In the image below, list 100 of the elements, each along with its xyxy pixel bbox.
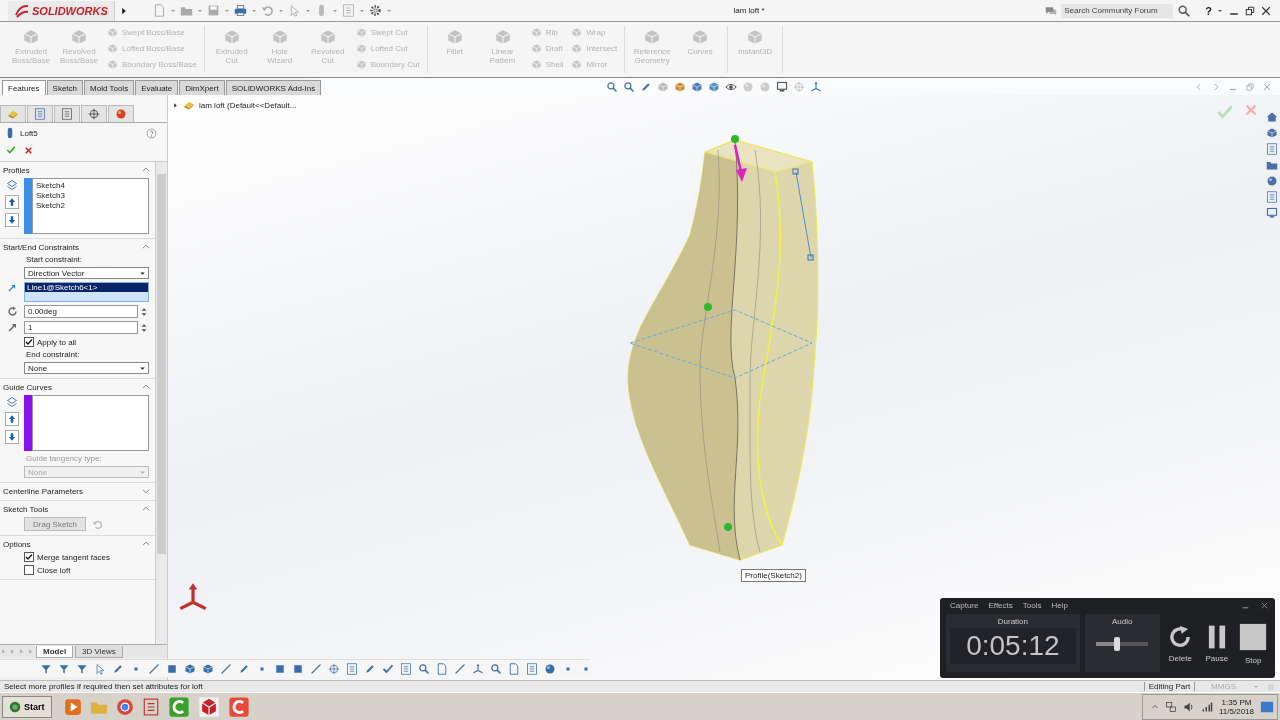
selection-field[interactable]: Line1@Sketch6<1> [24,282,149,302]
list-icon[interactable] [1266,143,1278,155]
collapse-icon[interactable] [141,382,151,392]
collapse-icon[interactable] [141,242,151,252]
list-icon[interactable] [61,108,73,120]
selection-list[interactable] [32,395,149,451]
menu-item[interactable]: Help [1051,601,1068,610]
collapse-icon[interactable] [141,539,151,549]
confirm-check-icon[interactable] [1216,103,1234,121]
list-item[interactable]: Sketch4 [36,181,145,190]
round-app-icon[interactable] [115,697,134,716]
sphere-icon[interactable] [1266,175,1278,187]
folder-icon[interactable] [179,4,193,17]
search-icon[interactable] [490,662,502,675]
down-arrow-icon[interactable] [7,432,17,442]
command-tab[interactable]: DimXpert [179,80,225,95]
recorder-button[interactable]: Pause [1201,614,1233,672]
monitor-icon[interactable] [776,80,789,93]
cancel-icon[interactable] [24,145,33,155]
c-app-icon[interactable] [227,695,250,718]
spin-arrows-icon[interactable] [139,322,149,333]
spin-arrows-icon[interactable] [139,306,149,317]
tree-item[interactable]: lam loft (Default<<Default... [199,100,297,110]
cube-icon[interactable] [674,80,687,93]
list-icon[interactable] [1266,191,1278,203]
command-tab[interactable]: Features [2,80,46,95]
view-tab[interactable]: Model [36,645,74,658]
slider-thumb[interactable] [1114,637,1120,651]
part-icon[interactable] [7,108,19,120]
undo-icon[interactable] [260,4,274,17]
checkbox[interactable] [24,552,34,562]
document-icon[interactable] [152,4,166,17]
print-icon[interactable] [233,4,247,17]
menu-item[interactable]: Capture [950,601,979,610]
collapse-icon[interactable] [1151,702,1159,711]
signal-icon[interactable] [1201,700,1213,713]
media-player-icon[interactable] [63,697,82,716]
search-icon[interactable] [623,80,636,93]
undo-icon[interactable] [92,518,104,530]
command-tab[interactable]: Evaluate [135,80,179,95]
list-icon[interactable] [141,697,160,716]
line-icon[interactable] [148,662,160,675]
caret-icon[interactable] [172,101,179,109]
network-icon[interactable] [1165,700,1177,713]
grip-icon[interactable] [1266,681,1276,692]
search-icon[interactable] [1177,3,1192,18]
checkbox-label[interactable]: Merge tangent faces [37,552,110,562]
menu-item[interactable]: Effects [988,601,1013,610]
square-icon[interactable] [292,662,304,675]
monitor-icon[interactable] [1266,207,1278,219]
c-app-icon[interactable] [167,695,190,718]
pencil-icon[interactable] [640,80,653,93]
cube-icon[interactable] [708,80,721,93]
axis-triad-icon[interactable] [472,662,484,675]
search-icon[interactable] [606,80,619,93]
speaker-icon[interactable] [1183,700,1195,713]
right-chevron-icon[interactable] [1211,81,1221,92]
view-tab[interactable]: 3D Views [75,645,123,658]
funnel-icon[interactable] [58,662,70,675]
menu-item[interactable]: Tools [1022,601,1042,610]
help-icon[interactable] [146,127,157,139]
restore-icon[interactable] [1244,4,1256,17]
ok-check-icon[interactable] [6,145,16,155]
axis-triad-icon[interactable] [810,80,823,93]
line-icon[interactable] [454,662,466,675]
list-icon[interactable] [400,662,412,675]
command-tab[interactable]: Mold Tools [84,80,135,95]
scrollbar[interactable] [155,162,167,644]
recorder-button[interactable]: Stop [1237,614,1269,672]
list-icon[interactable] [346,662,358,675]
cube-icon[interactable] [202,662,214,675]
collapse-icon[interactable] [141,165,151,175]
sphere-icon[interactable] [544,662,556,675]
cursor-icon[interactable] [94,662,106,675]
list-item[interactable]: Sketch3 [36,191,145,200]
pencil-icon[interactable] [238,662,250,675]
pencil-icon[interactable] [112,662,124,675]
dropdown[interactable]: None [24,362,149,374]
line-icon[interactable] [220,662,232,675]
down-arrow-icon[interactable] [7,215,17,225]
save-icon[interactable] [206,4,220,17]
line-icon[interactable] [310,662,322,675]
expand-icon[interactable] [141,486,151,496]
checkbox[interactable] [24,565,34,575]
square-icon[interactable] [166,662,178,675]
checkbox[interactable] [24,337,34,347]
check-icon[interactable] [382,662,394,675]
document-icon[interactable] [436,662,448,675]
crosshair-icon[interactable] [88,108,100,120]
document-icon[interactable] [508,662,520,675]
search-field[interactable]: Search Community Forum [1061,3,1174,18]
command-tab[interactable]: Sketch [46,80,84,95]
crosshair-icon[interactable] [328,662,340,675]
clock-time[interactable]: 1:35 PM [1221,697,1252,707]
sphere-icon[interactable] [115,108,127,120]
number-field[interactable]: 0.00deg [24,305,138,318]
cube-icon[interactable] [691,80,704,93]
start-button[interactable]: Start [2,695,52,718]
list-icon[interactable] [341,4,355,17]
search-icon[interactable] [418,662,430,675]
